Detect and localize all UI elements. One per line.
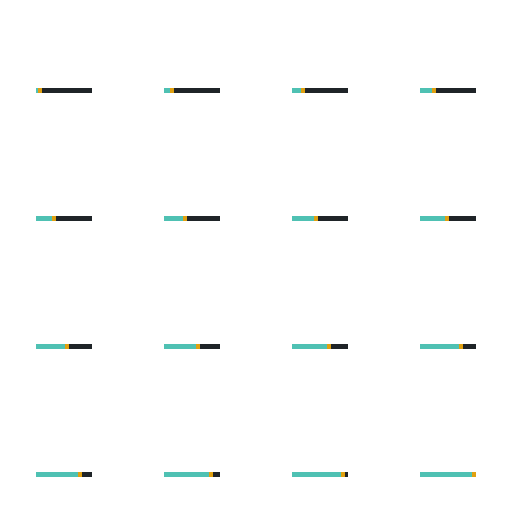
progress-bar: [420, 472, 476, 477]
progress-bar-fill: [420, 344, 459, 349]
progress-bar-marker: [196, 344, 200, 349]
progress-bar-marker: [65, 344, 69, 349]
progress-bar-marker: [183, 216, 187, 221]
progress-bar-marker: [314, 216, 318, 221]
progress-bar: [36, 344, 92, 349]
progress-bar-marker: [459, 344, 463, 349]
progress-bar-marker: [301, 88, 305, 93]
progress-bar-marker: [170, 88, 174, 93]
progress-bar-fill: [292, 344, 327, 349]
progress-bar: [292, 344, 348, 349]
progress-bar: [36, 88, 92, 93]
progress-bar: [420, 88, 476, 93]
progress-bar: [164, 344, 220, 349]
progress-bar-marker: [445, 216, 449, 221]
progress-bar: [164, 88, 220, 93]
progress-bar-fill: [36, 344, 65, 349]
progress-bar-marker: [78, 472, 82, 477]
progress-bar: [292, 216, 348, 221]
progress-bar-fill: [36, 216, 52, 221]
progress-bar: [292, 472, 348, 477]
progress-bar-marker: [472, 472, 476, 477]
progress-bar: [36, 216, 92, 221]
progress-bar-fill: [164, 472, 209, 477]
progress-bar-fill: [292, 472, 341, 477]
progress-bar-fill: [292, 216, 314, 221]
progress-bar-grid: [0, 0, 512, 512]
progress-bar-marker: [432, 88, 436, 93]
progress-bar-marker: [341, 472, 345, 477]
progress-bar-marker: [52, 216, 56, 221]
progress-bar-fill: [164, 216, 183, 221]
progress-bar-fill: [292, 88, 301, 93]
progress-bar-marker: [209, 472, 213, 477]
progress-bar-fill: [420, 88, 432, 93]
progress-bar-marker: [38, 88, 42, 93]
progress-bar: [292, 88, 348, 93]
progress-bar: [164, 216, 220, 221]
progress-bar-marker: [327, 344, 331, 349]
progress-bar-fill: [420, 216, 445, 221]
progress-bar: [164, 472, 220, 477]
progress-bar-fill: [36, 472, 78, 477]
progress-bar: [420, 344, 476, 349]
progress-bar: [36, 472, 92, 477]
progress-bar-fill: [164, 344, 196, 349]
progress-bar: [420, 216, 476, 221]
progress-bar-fill: [420, 472, 472, 477]
